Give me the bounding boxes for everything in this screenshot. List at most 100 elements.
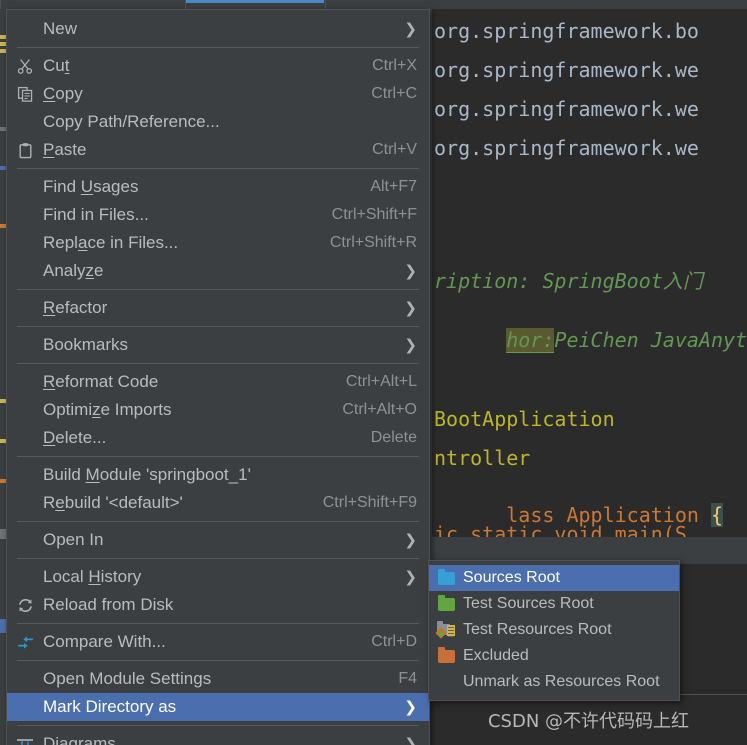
chevron-right-icon: ❯	[404, 20, 417, 38]
menu-separator	[17, 558, 419, 559]
code-line-import-4: org.springframework.we	[434, 136, 699, 160]
menu-item-label: Build Module 'springboot_1'	[43, 465, 251, 484]
menu-item-label: Reload from Disk	[43, 595, 174, 614]
menu-separator	[17, 456, 419, 457]
code-matching-brace: {	[710, 503, 723, 527]
menu-item-cut[interactable]: Cut Ctrl+X	[7, 52, 429, 80]
code-line-import-2: org.springframework.we	[434, 58, 699, 82]
ide-window: org.springframework.bo org.springframewo…	[0, 0, 747, 745]
menu-item-rebuild[interactable]: Rebuild '<default>' Ctrl+Shift+F9	[7, 489, 429, 517]
scissors-icon	[7, 58, 43, 75]
menu-item-diagrams[interactable]: Diagrams ❯	[7, 730, 429, 745]
submenu-item-unmark-as-resources-root[interactable]: Unmark as Resources Root	[429, 669, 679, 695]
menu-item-paste[interactable]: Paste Ctrl+V	[7, 136, 429, 164]
code-line-annotation-restcontroller: ntroller	[434, 446, 531, 470]
copy-icon	[7, 86, 43, 103]
csdn-watermark: CSDN @不许代码码上红	[487, 711, 690, 732]
menu-item-refactor[interactable]: Refactor ❯	[7, 294, 429, 322]
menu-item-reformat-code[interactable]: Reformat Code Ctrl+Alt+L	[7, 368, 429, 396]
folder-orange-icon	[429, 646, 463, 663]
menu-item-shortcut: Ctrl+D	[371, 633, 417, 650]
menu-item-label: Compare With...	[43, 632, 166, 651]
menu-item-build-module[interactable]: Build Module 'springboot_1'	[7, 461, 429, 489]
menu-item-shortcut: Ctrl+Shift+F9	[322, 494, 417, 511]
menu-separator	[17, 289, 419, 290]
code-line-import-3: org.springframework.we	[434, 97, 699, 121]
menu-item-label: Open In	[43, 530, 104, 549]
chevron-right-icon: ❯	[404, 262, 417, 280]
menu-item-shortcut: Ctrl+V	[372, 141, 417, 158]
menu-separator	[17, 326, 419, 327]
menu-item-label: Mark Directory as	[43, 697, 177, 716]
code-editor[interactable]: org.springframework.bo org.springframewo…	[430, 9, 747, 564]
submenu-item-label: Test Sources Root	[463, 595, 594, 612]
menu-item-label: Diagrams	[43, 734, 116, 745]
submenu-item-excluded[interactable]: Excluded	[429, 643, 679, 669]
submenu-item-sources-root[interactable]: Sources Root	[429, 565, 679, 591]
menu-item-copy-path-reference[interactable]: Copy Path/Reference...	[7, 108, 429, 136]
menu-item-bookmarks[interactable]: Bookmarks ❯	[7, 331, 429, 359]
submenu-item-label: Test Resources Root	[463, 621, 612, 638]
submenu-item-label: Sources Root	[463, 569, 560, 586]
menu-item-label: Replace in Files...	[43, 233, 179, 252]
chevron-right-icon: ❯	[404, 336, 417, 354]
menu-item-label: Local History	[43, 567, 142, 586]
folder-green-icon	[429, 594, 463, 611]
menu-item-label: Copy	[43, 84, 83, 103]
submenu-item-label: Unmark as Resources Root	[463, 673, 660, 690]
menu-item-analyze[interactable]: Analyze ❯	[7, 257, 429, 285]
menu-separator	[17, 660, 419, 661]
code-javadoc-author-tag: hor:	[506, 328, 555, 353]
menu-separator	[17, 47, 419, 48]
mark-directory-as-submenu[interactable]: Sources Root Test Sources Root Test Reso…	[428, 560, 680, 701]
submenu-item-test-sources-root[interactable]: Test Sources Root	[429, 591, 679, 617]
menu-item-label: Find in Files...	[43, 205, 149, 224]
code-line-annotation-springbootapplication: BootApplication	[434, 407, 615, 431]
menu-item-shortcut: Ctrl+X	[372, 57, 417, 74]
project-context-menu[interactable]: New ❯ Cut Ctrl+X Copy Ctrl+C Copy Path/R…	[6, 9, 430, 745]
menu-item-copy[interactable]: Copy Ctrl+C	[7, 80, 429, 108]
menu-item-open-module-settings[interactable]: Open Module Settings F4	[7, 665, 429, 693]
menu-item-label: Cut	[43, 56, 70, 75]
chevron-right-icon: ❯	[404, 735, 417, 745]
menu-item-replace-in-files[interactable]: Replace in Files... Ctrl+Shift+R	[7, 229, 429, 257]
menu-item-shortcut: Alt+F7	[370, 178, 417, 195]
menu-separator	[17, 521, 419, 522]
menu-item-shortcut: Ctrl+Shift+R	[329, 234, 417, 251]
menu-item-optimize-imports[interactable]: Optimize Imports Ctrl+Alt+O	[7, 396, 429, 424]
menu-item-delete[interactable]: Delete... Delete	[7, 424, 429, 452]
folder-test-resources-icon	[429, 621, 463, 639]
menu-item-shortcut: Delete	[370, 429, 417, 446]
editor-left-border	[430, 9, 432, 564]
menu-item-mark-directory-as[interactable]: Mark Directory as ❯	[7, 693, 429, 721]
menu-item-label: Optimize Imports	[43, 400, 172, 419]
menu-item-find-usages[interactable]: Find Usages Alt+F7	[7, 173, 429, 201]
menu-separator	[17, 623, 419, 624]
chevron-right-icon: ❯	[404, 568, 417, 586]
chevron-right-icon: ❯	[404, 698, 417, 716]
menu-item-shortcut: Ctrl+Alt+L	[345, 373, 417, 390]
diagram-icon	[7, 736, 43, 745]
menu-item-label: New	[43, 19, 78, 38]
submenu-item-test-resources-root[interactable]: Test Resources Root	[429, 617, 679, 643]
folder-blue-icon	[429, 568, 463, 585]
menu-item-open-in[interactable]: Open In ❯	[7, 526, 429, 554]
menu-item-new[interactable]: New ❯	[7, 15, 429, 43]
menu-item-shortcut: Ctrl+Alt+O	[342, 401, 417, 418]
menu-item-compare-with[interactable]: Compare With... Ctrl+D	[7, 628, 429, 656]
menu-item-shortcut: F4	[398, 670, 417, 687]
clipboard-icon	[7, 142, 43, 159]
menu-item-label: Open Module Settings	[43, 669, 212, 688]
menu-item-label: Find Usages	[43, 177, 139, 196]
menu-item-label: Copy Path/Reference...	[43, 112, 220, 131]
menu-item-label: Analyze	[43, 261, 104, 280]
menu-item-find-in-files[interactable]: Find in Files... Ctrl+Shift+F	[7, 201, 429, 229]
menu-item-reload-from-disk[interactable]: Reload from Disk	[7, 591, 429, 619]
menu-separator	[17, 725, 419, 726]
menu-item-shortcut: Ctrl+C	[371, 85, 417, 102]
menu-item-local-history[interactable]: Local History ❯	[7, 563, 429, 591]
menu-item-label: Bookmarks	[43, 335, 129, 354]
menu-item-label: Rebuild '<default>'	[43, 493, 183, 512]
code-javadoc-author-value: PeiChen JavaAnyth	[554, 328, 747, 352]
code-line-import-1: org.springframework.bo	[434, 19, 699, 43]
